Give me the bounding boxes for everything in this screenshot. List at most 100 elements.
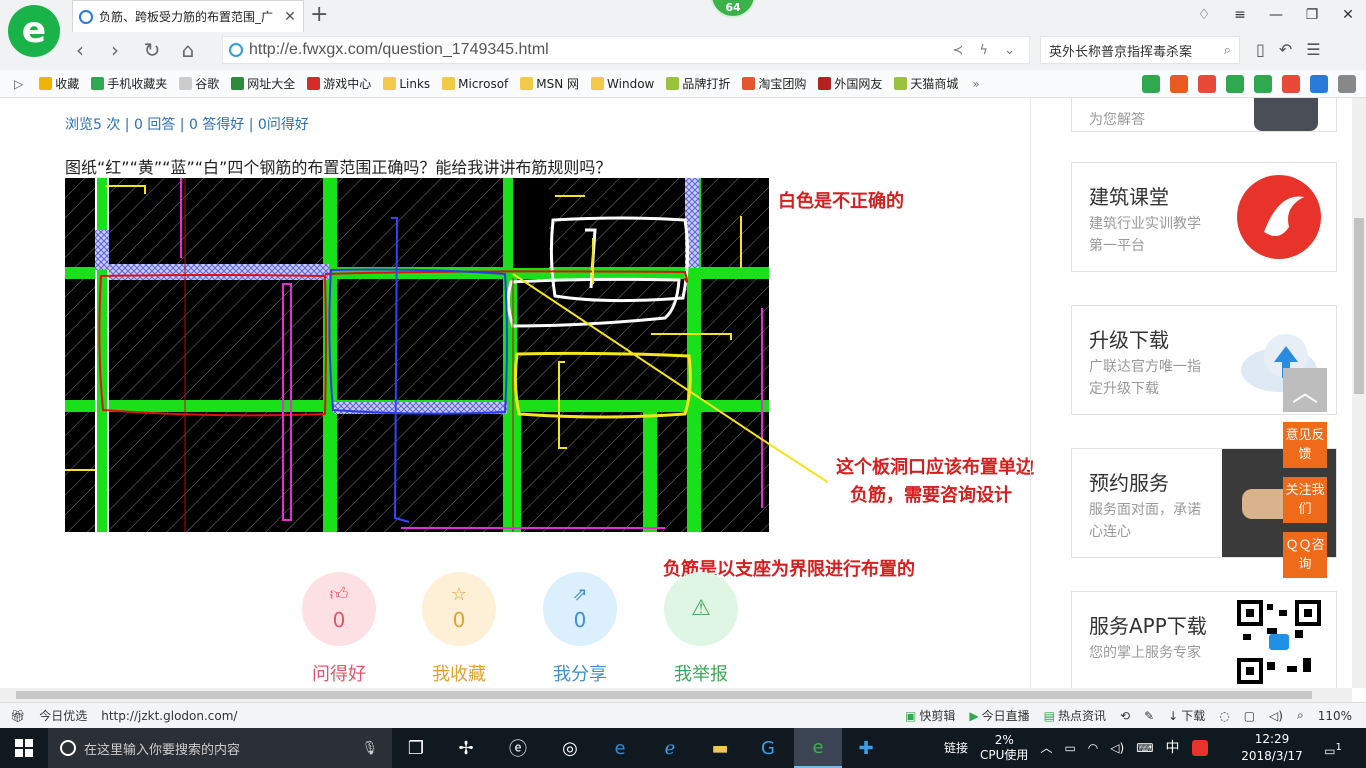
window-icon[interactable]: ▢ <box>1244 709 1255 723</box>
shirt-skin-icon[interactable]: ♢ <box>1186 0 1222 30</box>
bookmark-item[interactable]: Window <box>591 75 654 92</box>
action-share[interactable]: ⇗ 0 我分享 <box>542 572 618 686</box>
tray-link-label[interactable]: 链接 <box>944 741 968 756</box>
question-stats[interactable]: 浏览5 次 | 0 回答 | 0 答得好 | 0问得好 <box>65 114 309 134</box>
tab-close-icon[interactable]: ✕ <box>283 9 297 25</box>
address-tools-icon[interactable]: ≺ ϟ ⌄ <box>952 43 1029 58</box>
clear-icon[interactable]: ◌ <box>1219 709 1229 723</box>
horizontal-scrollbar-thumb[interactable] <box>16 691 1312 699</box>
vertical-scrollbar[interactable] <box>1352 98 1366 688</box>
bookmark-item[interactable]: 外国网友 <box>818 75 882 92</box>
speaker-icon[interactable]: ◁) <box>1110 741 1124 756</box>
tab-current[interactable]: 负筋、跨板受力筋的布置范围_广 ✕ <box>72 0 304 32</box>
tools-icon[interactable]: ✎ <box>1144 709 1154 723</box>
speedup-icon[interactable]: ⟲ <box>1120 709 1130 723</box>
back-to-top-button[interactable]: ︿ <box>1283 368 1327 412</box>
wifi-icon[interactable]: ◠ <box>1088 741 1098 756</box>
bookmark-item[interactable]: Links <box>383 75 430 92</box>
remote-app-icon[interactable]: ✚ <box>842 728 890 768</box>
discount-icon[interactable] <box>1198 75 1216 93</box>
forward-icon[interactable]: › <box>103 38 127 62</box>
internet-explorer-app-icon[interactable]: ℯ <box>646 728 694 768</box>
ie-app-icon[interactable]: ⓔ <box>494 728 542 768</box>
task-view-icon[interactable]: ❐ <box>392 728 440 768</box>
action-favorite-circle[interactable]: ☆ 0 <box>422 572 496 646</box>
search-icon[interactable]: ⌕ <box>1224 43 1231 58</box>
quick-edit-link[interactable]: ▣ 快剪辑 <box>905 707 955 724</box>
undo-icon[interactable]: ↶ <box>1279 40 1292 59</box>
shield-yen-icon[interactable] <box>1226 75 1244 93</box>
close-window-icon[interactable]: ✕ <box>1330 0 1366 30</box>
keyboard-icon[interactable]: ⌨ <box>1136 741 1153 756</box>
sidebar-card-classroom[interactable]: 建筑课堂 建筑行业实训教学第一平台 <box>1071 162 1337 272</box>
translate-icon[interactable] <box>1254 75 1272 93</box>
action-good-question[interactable]: 👍︎ 0 问得好 <box>301 572 377 686</box>
fan-app-icon[interactable]: ✢ <box>442 728 490 768</box>
action-report[interactable]: ⚠ 我举报 <box>663 572 739 686</box>
action-good-circle[interactable]: 👍︎ 0 <box>302 572 376 646</box>
search-input[interactable]: 英外长称普京指挥毒杀案 ⌕ <box>1040 36 1240 64</box>
bookmark-item[interactable]: 网址大全 <box>231 75 295 92</box>
zoom-icon[interactable]: ⌕ <box>1297 708 1304 723</box>
battery-icon[interactable]: ▭ <box>1064 741 1075 756</box>
minimize-icon[interactable]: — <box>1258 0 1294 30</box>
phone-icon[interactable]: ▯ <box>1256 40 1265 59</box>
bookmark-item[interactable]: 谷歌 <box>179 75 219 92</box>
menu-icon[interactable]: ≡ <box>1222 0 1258 30</box>
follow-us-button[interactable]: 关注我们 <box>1283 477 1327 523</box>
sidebar-card-service-expert[interactable]: 为您解答 <box>1071 98 1337 132</box>
sidebar-toggle-icon[interactable]: ▷ <box>14 77 23 91</box>
maximize-icon[interactable]: ❐ <box>1294 0 1330 30</box>
feedback-button[interactable]: 意见反馈 <box>1283 422 1327 468</box>
glodon-app-icon[interactable]: G <box>744 728 792 768</box>
download-link[interactable]: ↓ 下载 <box>1168 707 1205 724</box>
bookmark-item[interactable]: MSN 网 <box>520 75 579 92</box>
bookmark-item[interactable]: 淘宝团购 <box>742 75 806 92</box>
vertical-scrollbar-thumb[interactable] <box>1354 218 1364 394</box>
action-report-label[interactable]: 我举报 <box>663 660 739 686</box>
bookmark-item[interactable]: 天猫商城 <box>894 75 958 92</box>
address-bar[interactable]: http://e.fwxgx.com/question_1749345.html… <box>222 36 1030 64</box>
action-favorite-label[interactable]: 我收藏 <box>421 660 497 686</box>
browser-app-icon[interactable]: ◎ <box>546 728 594 768</box>
scissors-icon[interactable] <box>1282 75 1300 93</box>
cpu-usage[interactable]: 2% CPU使用 <box>980 733 1028 763</box>
bookmark-item[interactable]: Microsof <box>442 75 508 92</box>
start-button[interactable] <box>0 728 48 768</box>
microphone-icon[interactable]: 🎙︎ <box>361 741 378 756</box>
edge-app-icon[interactable]: e <box>596 728 644 768</box>
update-badge[interactable]: 64 <box>710 0 756 18</box>
ime-indicator[interactable]: 中 <box>1166 740 1180 756</box>
more-bookmarks-icon[interactable]: » <box>972 77 979 91</box>
taskbar-search-box[interactable]: 在这里输入你要搜索的内容 🎙︎ <box>48 728 392 768</box>
tray-expand-icon[interactable]: ︿ <box>1040 741 1052 756</box>
sogou-ime-icon[interactable] <box>1191 740 1208 756</box>
bookmark-item[interactable]: 收藏 <box>39 75 79 92</box>
back-icon[interactable]: ‹ <box>68 38 92 62</box>
menu-tool-icon[interactable] <box>1338 75 1356 93</box>
qq-consult-button[interactable]: ＱＱ咨询 <box>1283 532 1327 578</box>
home-icon[interactable]: ⌂ <box>176 38 200 62</box>
bookmark-item[interactable]: 手机收藏夹 <box>91 75 167 92</box>
today-picks-link[interactable]: 今日优选 <box>39 707 87 724</box>
notification-center-icon[interactable]: ▭1 <box>1320 736 1346 760</box>
tv-icon[interactable] <box>1170 75 1188 93</box>
url-text[interactable]: http://e.fwxgx.com/question_1749345.html <box>249 41 952 59</box>
taskbar-clock[interactable]: 12:29 2018/3/17 <box>1240 731 1304 765</box>
zoom-level[interactable]: 110% <box>1318 709 1352 723</box>
action-share-label[interactable]: 我分享 <box>542 660 618 686</box>
active-browser-app-icon[interactable]: e <box>794 728 842 768</box>
action-report-circle[interactable]: ⚠ <box>664 572 738 646</box>
refresh-icon[interactable]: ↻ <box>140 38 164 62</box>
news-link[interactable]: ▤ 热点资讯 <box>1044 707 1106 724</box>
action-good-label[interactable]: 问得好 <box>301 660 377 686</box>
horizontal-scrollbar[interactable] <box>0 688 1352 702</box>
reader-icon[interactable] <box>1142 75 1160 93</box>
file-explorer-icon[interactable]: ▬ <box>696 728 744 768</box>
bookmark-item[interactable]: 游戏中心 <box>307 75 371 92</box>
more-icon[interactable]: ☰ <box>1306 40 1320 59</box>
live-link[interactable]: ▶ 今日直播 <box>969 707 1029 724</box>
volume-icon[interactable]: ◁) <box>1269 709 1283 723</box>
search-tool-icon[interactable] <box>1310 75 1328 93</box>
bookmark-item[interactable]: 品牌打折 <box>666 75 730 92</box>
